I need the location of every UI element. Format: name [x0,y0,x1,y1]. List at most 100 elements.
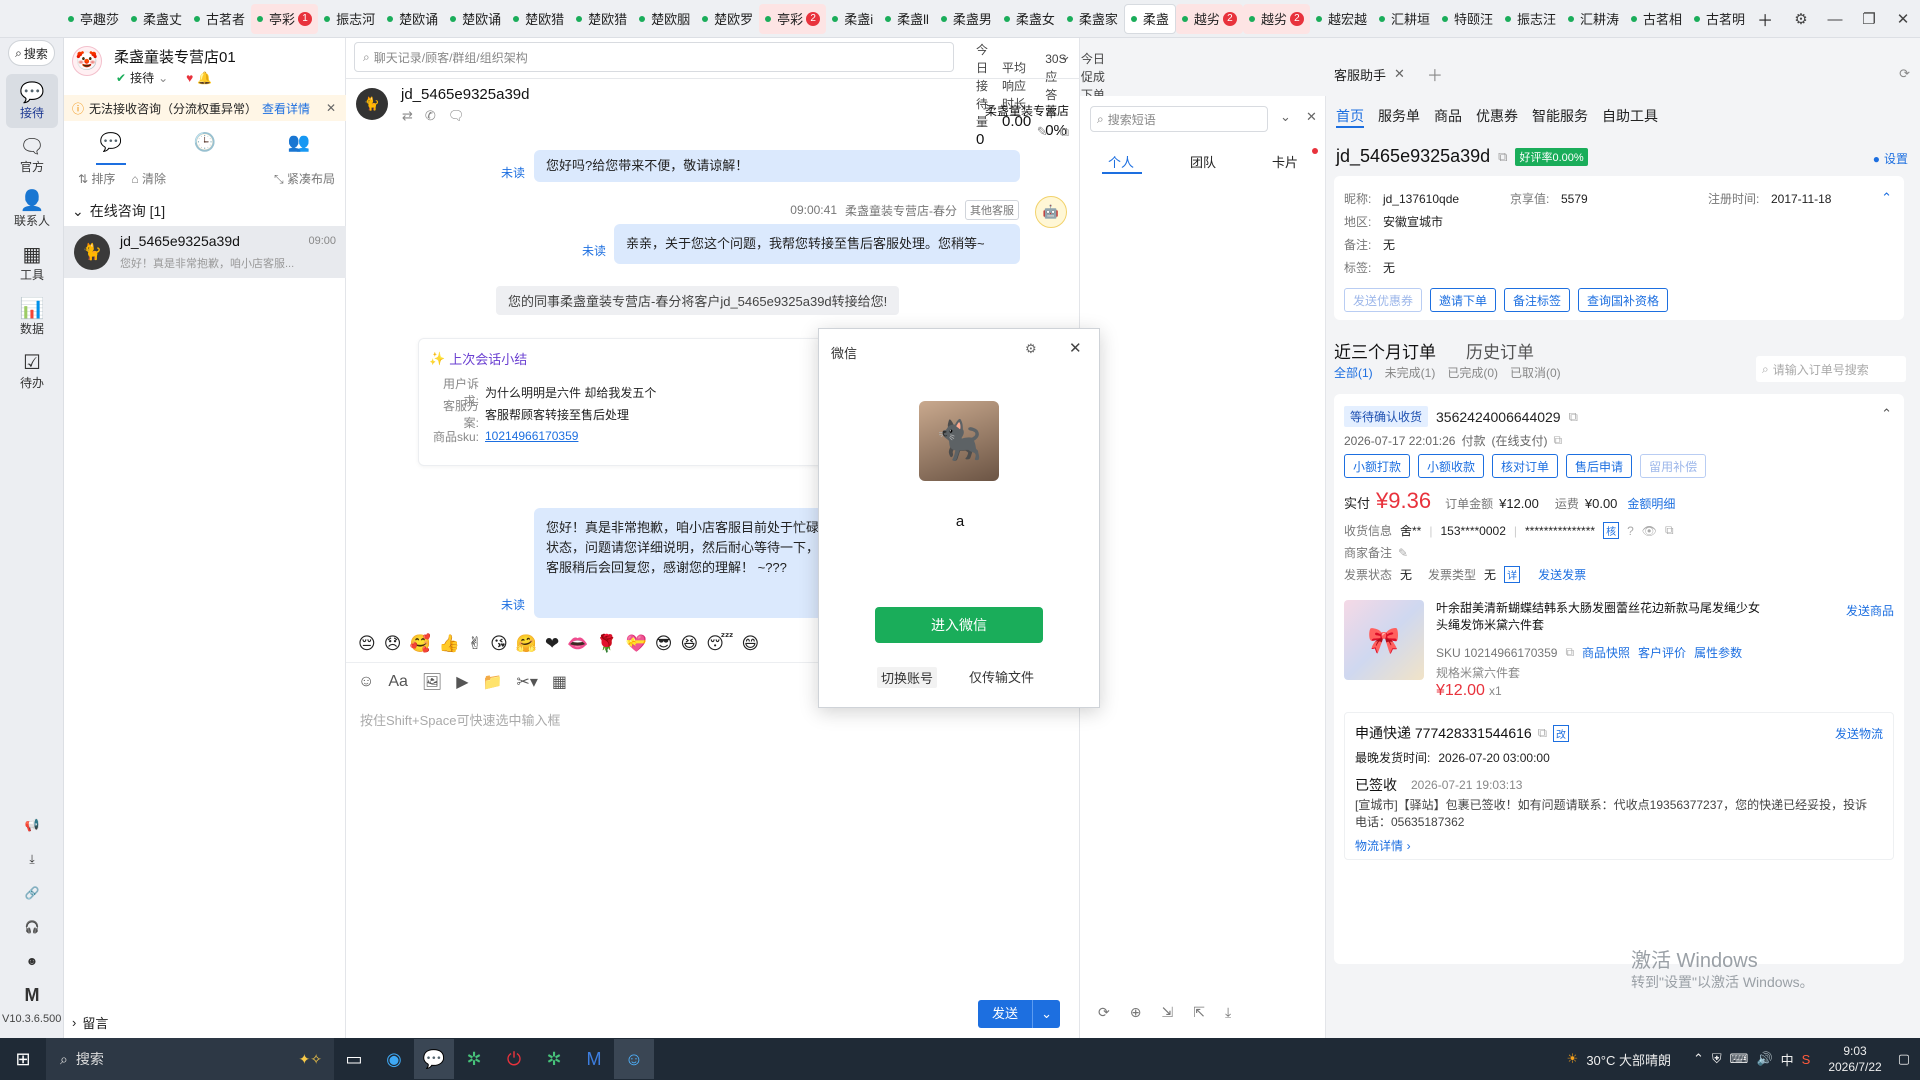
app-tab[interactable]: 楚欧诵 [444,4,507,34]
emoji-icon[interactable]: 😘 [490,634,508,654]
collapse-chevron-icon[interactable]: ⌃ [1881,406,1892,422]
headset-icon[interactable]: 🎧 [6,910,58,944]
eye-icon[interactable]: 👁 [1642,524,1657,538]
add-icon[interactable]: ⊕ [1130,1004,1142,1021]
close-icon[interactable]: ✕ [1306,109,1317,125]
sku-link[interactable]: 10214966170359 [485,429,578,443]
remark-tag-button[interactable]: 备注标签 [1504,288,1571,312]
emoji-icon[interactable]: 💝 [626,634,647,654]
clear-button[interactable]: ⌂ 清除 [131,170,166,187]
image-icon[interactable]: 🖼 [422,672,442,692]
status-dropdown[interactable]: ✔ 接待 ⌄ ♥ 🔔 [116,69,212,86]
copy-icon[interactable]: ⧉ [1569,409,1578,425]
input-method[interactable]: 中 [1781,1050,1794,1069]
app-tab[interactable]: 亭彩 2 [759,3,827,34]
invite-order-button[interactable]: 邀请下单 [1430,288,1497,312]
app-tab[interactable]: 楚欧胭 [633,4,696,34]
app-star-icon[interactable]: ✲ [534,1039,574,1079]
export-icon[interactable]: ⇱ [1193,1004,1205,1021]
send-product-link[interactable]: 发送商品 [1846,602,1894,619]
file-transfer-only-link[interactable]: 仅传输文件 [969,667,1034,686]
send-logistics-link[interactable]: 发送物流 [1835,725,1883,742]
send-button[interactable]: 发送 [978,1000,1033,1028]
collapse-chevron-icon[interactable]: ⌃ [1881,190,1892,206]
chat-bubble-icon[interactable]: 💬 [100,132,122,153]
app-tab[interactable]: 古茗相 [1625,4,1688,34]
add-tab-icon[interactable]: ＋ [1427,62,1443,86]
close-icon[interactable]: ✕ [1069,339,1082,357]
gear-icon[interactable]: ⚙ [1784,4,1818,34]
small-payment-button[interactable]: 小额打款 [1344,454,1411,478]
switch-account-link[interactable]: 切换账号 [877,667,938,688]
weather-text[interactable]: 30°C 大部晴朗 [1586,1050,1671,1069]
app-tab[interactable]: 楚欧诵 [381,4,444,34]
bell-icon[interactable]: 🔔 [197,71,212,85]
collapse-icon[interactable]: ⌄ [1280,109,1291,125]
rail-item-3[interactable]: ▦ 工具 [6,236,58,290]
heart-icon[interactable]: ♥ [186,71,193,85]
app-tab[interactable]: 汇耕涛 [1562,4,1625,34]
m-logo-icon[interactable]: M [6,978,58,1012]
link-icon[interactable]: 🔗 [6,876,58,910]
edge-icon[interactable]: ◉ [374,1039,414,1079]
product-name[interactable]: 叶余甜美清新蝴蝶结韩系大肠发圈蕾丝花边新款马尾发绳少女头绳发饰米黛六件套 [1436,600,1766,634]
close-icon[interactable]: ✕ [1886,4,1920,34]
emoji-icon[interactable]: 😎 [655,634,673,654]
settings-link[interactable]: ● 设置 [1873,150,1908,167]
folder-icon[interactable]: 📁 [483,672,503,692]
emoji-icon[interactable]: ✌ [468,634,482,654]
people-icon[interactable]: 👥 [288,132,310,153]
help-icon[interactable]: ? [1627,524,1634,538]
assistant-nav-item[interactable]: 首页 [1336,106,1364,126]
verify-order-button[interactable]: 核对订单 [1492,454,1559,478]
volume-icon[interactable]: 🔊 [1756,1051,1772,1067]
sort-button[interactable]: ⇅ 排序 [78,170,115,187]
rail-item-2[interactable]: 👤 联系人 [6,182,58,236]
app-tab[interactable]: 柔盏 [1123,3,1176,34]
snapshot-link[interactable]: 商品快照 [1582,644,1630,661]
emoji-icon[interactable]: 🌹 [596,634,617,654]
edit-icon[interactable]: ✎ [1037,124,1048,140]
app-tab[interactable]: 越宏越 [1310,4,1373,34]
edit-icon[interactable]: ✎ [1398,546,1408,560]
app-tab[interactable]: 古茗明 [1688,4,1751,34]
tab-team[interactable]: 团队 [1190,152,1216,171]
invoice-detail-button[interactable]: 详 [1504,566,1521,583]
assistant-tab[interactable]: 客服助手 [1334,65,1386,84]
note-icon[interactable]: 🗨 [448,108,465,124]
history-orders-tab[interactable]: 历史订单 [1466,338,1534,363]
compact-layout-button[interactable]: ⤡ 紧凑布局 [274,170,335,187]
emoji-icon[interactable]: 😴 [706,634,733,654]
jd-chat-taskbar-icon[interactable]: ☺ [614,1039,654,1079]
copy-icon[interactable]: ⧉ [1538,725,1547,741]
order-search-input[interactable]: ⌕ 请输入订单号搜索 [1756,356,1906,382]
emoji-icon[interactable]: 😄 [741,634,759,654]
send-invoice-link[interactable]: 发送发票 [1538,566,1586,583]
import-icon[interactable]: ⇲ [1161,1004,1173,1021]
download-icon[interactable]: ⤓ [1225,1004,1231,1021]
emoji-icon[interactable]: 😆 [680,634,698,654]
compensation-button[interactable]: 留用补偿 [1640,454,1707,478]
app-tab[interactable]: 楚欧罗 [696,4,759,34]
app-tab[interactable]: 柔盏ll [879,4,935,34]
emoji-icon[interactable]: 😔 [358,634,376,654]
assistant-nav-item[interactable]: 优惠券 [1476,106,1518,126]
notification-icon[interactable]: ▢ [1898,1051,1910,1067]
task-view-icon[interactable]: ▭ [334,1039,374,1079]
shield-icon[interactable]: ⛨ [1712,1051,1722,1067]
emoji-icon[interactable]: 🤗 [516,634,537,654]
copy-icon[interactable]: ⧉ [1565,645,1574,660]
refresh-icon[interactable]: ⟳ [1899,66,1910,82]
app-tab[interactable]: 柔盏女 [998,4,1061,34]
app-tab[interactable]: 柔盏男 [935,4,998,34]
phone-icon[interactable]: ✆ [425,108,436,124]
warning-details-link[interactable]: 查看详情 [262,100,310,117]
after-sales-button[interactable]: 售后申请 [1566,454,1633,478]
close-warning-icon[interactable]: ✕ [326,101,336,115]
tab-card[interactable]: 卡片 [1272,152,1298,171]
emoji-icon[interactable]: 🥰 [409,634,430,654]
copy-icon[interactable]: ⧉ [1665,523,1674,538]
minimize-icon[interactable]: — [1818,4,1852,34]
wechat-taskbar-icon[interactable]: 💬 [414,1039,454,1079]
app-tab[interactable]: 柔盏家 [1061,4,1124,34]
